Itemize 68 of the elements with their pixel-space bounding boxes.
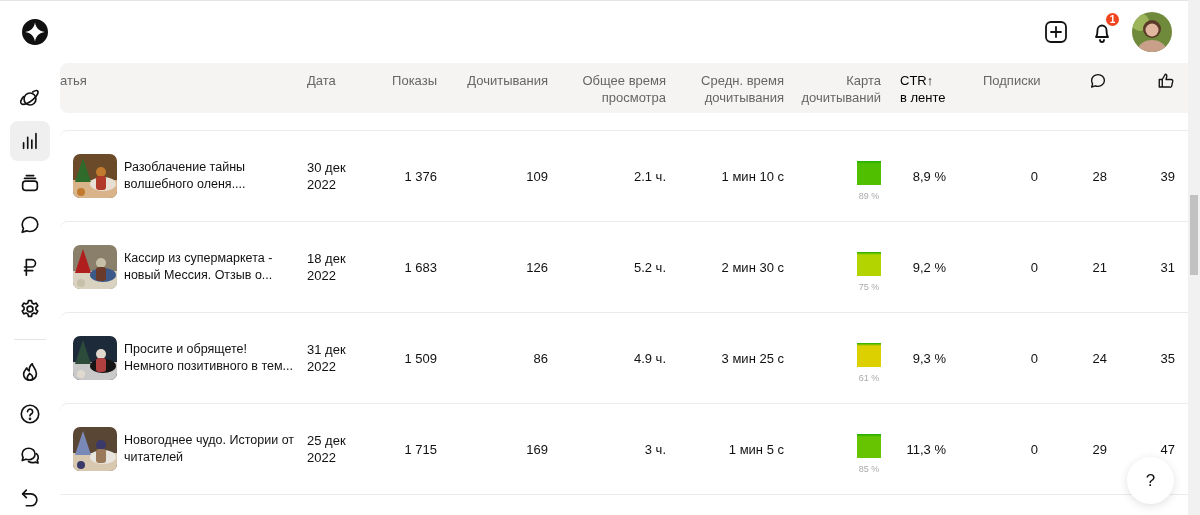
table-cell-text: 9,2 % [911,258,947,276]
table-cell-text: 0 [1030,349,1039,367]
table-cell-text: 47 [1160,440,1176,458]
scrollbar[interactable] [1188,0,1200,515]
table-cell-text: 18 дек 2022 [306,250,347,284]
avatar[interactable] [1132,12,1172,52]
table-cell-text: 4.9 ч. [633,349,667,367]
table-cell-text: 2.1 ч. [633,167,667,185]
settings-icon [19,298,41,320]
table-cell-text: 86 [533,349,549,367]
table-cell-text: 28 [1092,167,1108,185]
read-map-percent: 75 % [858,282,880,292]
table-cell-text: 5.2 ч. [633,258,667,276]
logo-icon[interactable] [22,19,48,45]
chats-icon [19,445,41,467]
table-cell-text: 0 [1030,167,1039,185]
table-cell-text: 126 [526,258,549,276]
table-cell-text: 9,3 % [911,349,947,367]
table-cell-text: 0 [1030,440,1039,458]
article-title[interactable]: Просите и обрящете! Немного позитивного в тем... [124,341,293,375]
article-title[interactable]: Новогоднее чудо. Истории от читателей [124,432,295,466]
table-cell-text: 39 [1160,167,1176,185]
notification-badge: 1 [1106,13,1119,26]
article-title[interactable]: Разоблачение тайны волшебного оленя.... [124,159,246,193]
column-header[interactable]: Дочитывания [467,72,556,89]
table-cell-text: 31 [1160,258,1176,276]
table-cell-text: 3 мин 25 с [721,349,785,367]
help-button[interactable]: ? [1127,457,1174,504]
table-cell-text: 31 дек 2022 [306,341,347,375]
table-cell-text: 1 715 [404,440,438,458]
table-cell-text: 29 [1092,440,1108,458]
comment-icon [1089,72,1107,90]
table-cell-text: 1 683 [404,258,438,276]
chat-icon [19,214,41,236]
add-icon [1044,20,1068,44]
column-header[interactable]: CTR↑ в ленте [889,72,970,106]
table-cell-text: 0 [1030,258,1039,276]
column-header[interactable]: Показы [392,72,445,89]
table-cell-text: 8,9 % [911,167,947,185]
table-cell-text: 3 ч. [644,440,667,458]
table-cell-text: 1 376 [404,167,438,185]
undo-icon [19,487,41,509]
table-cell-text: 24 [1092,349,1108,367]
column-header[interactable]: Дата [300,72,380,89]
column-header[interactable]: Общее время просмотра [582,72,674,106]
column-header[interactable]: Подписки [970,72,1046,89]
table-cell-text: 1 мин 5 с [728,440,785,458]
column-header[interactable]: атья [60,72,300,89]
sidebar-item[interactable] [10,121,50,161]
table-cell-text: 109 [526,167,549,185]
column-header[interactable]: Карта дочитываний [801,72,889,106]
table-cell-text: 11,3 % [905,440,947,458]
thumbs-up-icon [1157,72,1175,90]
stack-icon [19,172,41,194]
table-cell-text: 2 мин 30 с [721,258,785,276]
table-cell-text: 30 дек 2022 [306,159,347,193]
table-cell-text: 1 509 [404,349,438,367]
read-map-percent: 61 % [858,373,880,383]
read-map-percent: 89 % [858,191,880,201]
table-cell-text: 1 мин 10 с [721,167,785,185]
table-cell-text: 25 дек 2022 [306,432,347,466]
column-header[interactable]: Средн. время дочитывания [701,72,792,106]
table-cell-text: 169 [526,440,549,458]
article-title[interactable]: Кассир из супермаркета - новый Мессия. Отзыв о... [124,250,273,284]
table-cell-text: 21 [1092,258,1108,276]
table-cell-text: 35 [1160,349,1176,367]
read-map-percent: 85 % [858,464,880,474]
help-icon [19,403,41,425]
